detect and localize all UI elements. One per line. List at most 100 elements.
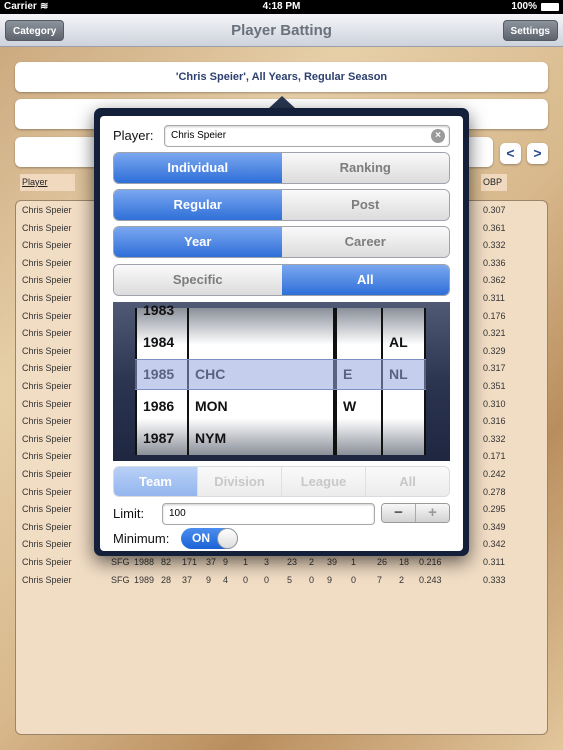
previous-page-button[interactable]: < <box>500 143 521 164</box>
stat-cell: 1 <box>351 557 357 567</box>
obp-cell: 0.351 <box>483 381 506 391</box>
year-range-segmented-control: Specific All <box>113 264 450 296</box>
stat-cell: SFG <box>111 557 130 567</box>
player-name-cell: Chris Speier <box>22 240 72 251</box>
navigation-bar: Category Player Batting Settings <box>0 14 563 47</box>
settings-button[interactable]: Settings <box>502 20 558 41</box>
scope-segmented-control: Team Division League All <box>113 466 450 497</box>
stat-cell: 37 <box>182 574 193 585</box>
player-name-cell: Chris Speier <box>22 433 72 444</box>
player-name-cell: Chris Speier <box>22 222 72 233</box>
battery-percent: 100% <box>511 1 537 12</box>
obp-cell: 0.171 <box>483 451 506 462</box>
stat-cell: 9 <box>206 574 212 585</box>
segment-ranking[interactable]: Ranking <box>281 153 449 183</box>
segment-career[interactable]: Career <box>281 227 449 257</box>
player-name-cell: Chris Speier <box>22 521 72 532</box>
segment-individual[interactable]: Individual <box>114 153 282 183</box>
decrement-button[interactable]: − <box>382 504 416 522</box>
player-name-cell: Chris Speier <box>22 469 72 479</box>
stat-cell: 5 <box>287 574 293 585</box>
stat-cell: 18 <box>399 557 410 567</box>
limit-label: Limit: <box>113 506 145 521</box>
player-name-cell: Chris Speier <box>22 416 72 427</box>
obp-cell: 0.362 <box>483 275 506 286</box>
column-header-player[interactable]: Player <box>20 174 75 191</box>
clear-icon[interactable]: × <box>431 129 445 143</box>
picker-option[interactable]: MON <box>195 398 228 414</box>
year-team-picker[interactable]: 19831984198519861987 CHCMONNYM EW ALNL <box>113 302 450 461</box>
mode-segmented-control: Individual Ranking <box>113 152 450 184</box>
segment-specific[interactable]: Specific <box>114 265 282 295</box>
picker-option[interactable]: 1984 <box>143 334 174 350</box>
stat-cell: 1988 <box>134 557 155 567</box>
picker-option[interactable]: W <box>343 398 356 414</box>
player-name-cell: Chris Speier <box>22 504 72 515</box>
picker-option[interactable]: NYM <box>195 430 226 446</box>
battery-icon <box>541 3 559 11</box>
stat-cell: 4 <box>223 574 229 585</box>
obp-cell: 0.307 <box>483 205 506 215</box>
player-name-cell: Chris Speier <box>22 398 72 409</box>
stat-cell: SFG <box>111 574 130 585</box>
obp-cell: 0.278 <box>483 486 506 497</box>
limit-input[interactable]: 100 <box>162 503 375 525</box>
segment-post[interactable]: Post <box>281 190 449 220</box>
column-header-obp[interactable]: OBP <box>481 174 507 191</box>
player-input[interactable]: Chris Speier <box>164 125 450 147</box>
obp-cell: 0.242 <box>483 469 506 479</box>
limit-stepper: − + <box>381 503 450 523</box>
picker-selection-indicator <box>135 359 426 390</box>
next-page-button[interactable]: > <box>527 143 548 164</box>
stat-cell: 26 <box>377 557 388 567</box>
minimum-label: Minimum: <box>113 531 170 546</box>
segment-league[interactable]: League <box>281 467 365 496</box>
status-bar: Carrier ≋ 4:18 PM 100% <box>0 0 563 14</box>
player-name-cell: Chris Speier <box>22 310 72 321</box>
player-name-cell: Chris Speier <box>22 293 72 303</box>
obp-cell: 0.336 <box>483 257 506 268</box>
obp-cell: 0.342 <box>483 539 506 550</box>
obp-cell: 0.332 <box>483 433 506 444</box>
obp-cell: 0.317 <box>483 363 506 374</box>
obp-cell: 0.332 <box>483 240 506 251</box>
picker-option[interactable]: 1986 <box>143 398 174 414</box>
player-name-cell: Chris Speier <box>22 363 72 374</box>
segment-all-scope[interactable]: All <box>365 467 449 496</box>
stat-cell: 0 <box>309 574 315 585</box>
stat-cell: 0.311 <box>483 557 505 567</box>
stat-cell: 0.333 <box>483 574 506 585</box>
stat-cell: 82 <box>161 557 172 567</box>
obp-cell: 0.361 <box>483 222 506 233</box>
toggle-knob <box>217 528 238 549</box>
segment-regular[interactable]: Regular <box>114 190 282 220</box>
increment-button[interactable]: + <box>416 504 449 522</box>
stat-cell: 23 <box>287 557 298 567</box>
stat-cell: 171 <box>182 557 198 567</box>
obp-cell: 0.295 <box>483 504 506 515</box>
segment-team[interactable]: Team <box>114 467 197 496</box>
stat-cell: 2 <box>399 574 405 585</box>
segment-all[interactable]: All <box>281 265 449 295</box>
minimum-toggle[interactable]: ON <box>181 528 238 549</box>
stat-cell: 0.243 <box>419 574 442 585</box>
query-summary-button[interactable]: 'Chris Speier', All Years, Regular Seaso… <box>15 62 548 92</box>
stat-cell: 9 <box>223 557 229 567</box>
player-name-cell: Chris Speier <box>22 328 72 339</box>
picker-option[interactable]: 1983 <box>143 302 174 318</box>
picker-option[interactable]: AL <box>389 334 408 350</box>
player-name-cell: Chris Speier <box>22 486 72 497</box>
stat-cell: 39 <box>327 557 338 567</box>
player-label: Player: <box>113 128 154 143</box>
stat-cell: 0 <box>243 574 249 585</box>
obp-cell: 0.349 <box>483 521 506 532</box>
stat-cell: 0.216 <box>419 557 442 567</box>
player-name-cell: Chris Speier <box>22 257 72 268</box>
picker-option[interactable]: 1987 <box>143 430 174 446</box>
stat-cell: 3 <box>264 557 270 567</box>
stat-cell: 9 <box>327 574 333 585</box>
segment-year[interactable]: Year <box>114 227 282 257</box>
stat-cell: 37 <box>206 557 217 567</box>
segment-division[interactable]: Division <box>197 467 281 496</box>
player-name-cell: Chris Speier <box>22 205 72 215</box>
